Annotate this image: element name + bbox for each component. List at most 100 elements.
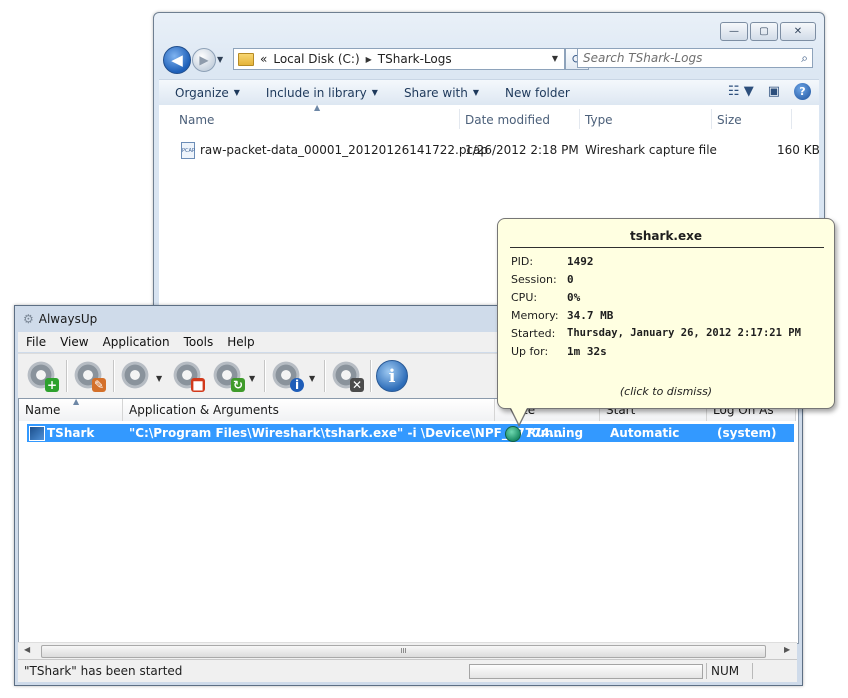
preview-pane-icon[interactable]: ▣ — [768, 84, 780, 99]
chevron-down-icon: ▼ — [371, 88, 378, 97]
cpu-label: CPU: — [511, 291, 538, 304]
back-button[interactable]: ◀ — [163, 46, 191, 74]
new-folder-button[interactable]: New folder — [489, 86, 580, 100]
organize-label: Organize — [175, 85, 229, 100]
tooltip-dismiss-hint[interactable]: (click to dismiss) — [498, 385, 834, 398]
running-status-icon — [505, 426, 521, 442]
session-label: Session: — [511, 273, 557, 286]
menu-application[interactable]: Application — [95, 335, 176, 349]
column-divider[interactable] — [459, 109, 460, 129]
row-state: Running — [527, 426, 584, 440]
close-button[interactable]: ✕ — [780, 22, 816, 41]
file-type: Wireshark capture file — [585, 143, 717, 157]
alwaysup-app-icon: ⚙ — [23, 312, 34, 326]
memory-label: Memory: — [511, 309, 559, 322]
edit-application-button[interactable]: ✎ — [72, 359, 106, 392]
column-header-type[interactable]: Type — [585, 105, 613, 129]
start-options-dropdown-icon[interactable]: ▼ — [156, 374, 162, 383]
session-value: 0 — [567, 273, 574, 286]
column-divider[interactable] — [711, 109, 712, 129]
toolbar-separator — [113, 360, 115, 392]
menu-tools[interactable]: Tools — [176, 335, 220, 349]
column-divider[interactable] — [791, 109, 792, 129]
breadcrumb-tshark-logs[interactable]: TShark-Logs — [378, 52, 452, 66]
started-value: Thursday, January 26, 2012 2:17:21 PM — [567, 327, 801, 339]
forward-button[interactable]: ▶ — [192, 48, 216, 72]
restart-application-button[interactable]: ↻ — [211, 359, 245, 392]
command-bar: Organize ▼ Include in library ▼ Share with… — [159, 79, 819, 106]
toolbar-separator — [264, 360, 266, 392]
address-dropdown-icon[interactable]: ▼ — [552, 54, 558, 63]
tooltip-pointer-fill — [509, 404, 529, 424]
row-start: Automatic — [610, 426, 680, 440]
add-application-button[interactable]: + — [25, 359, 59, 392]
file-name: raw-packet-data_00001_20120126141722.pca… — [200, 143, 489, 157]
info-badge-icon: i — [290, 378, 304, 392]
file-size: 160 KB — [777, 143, 820, 157]
column-header-name[interactable]: Name — [179, 105, 214, 129]
restart-icon: ↻ — [231, 378, 245, 392]
process-info-tooltip[interactable]: tshark.exe PID: 1492 Session: 0 CPU: 0% … — [497, 218, 835, 409]
started-label: Started: — [511, 327, 556, 340]
row-name: TShark — [47, 426, 95, 440]
tooltip-divider — [510, 247, 824, 248]
search-input[interactable]: Search TShark-Logs ⌕ — [577, 48, 813, 68]
restart-options-dropdown-icon[interactable]: ▼ — [249, 374, 255, 383]
address-bar[interactable]: « Local Disk (C:) ▶ TShark-Logs ▼ — [233, 48, 565, 70]
column-header-date-modified[interactable]: Date modified — [465, 105, 550, 129]
maximize-button[interactable]: ▢ — [750, 22, 778, 41]
file-date-modified: 1/26/2012 2:18 PM — [465, 143, 579, 157]
menu-view[interactable]: View — [52, 335, 94, 349]
organize-menu[interactable]: Organize ▼ — [159, 86, 250, 100]
back-arrow-icon: ◀ — [171, 51, 183, 69]
sort-ascending-icon: ▲ — [73, 397, 80, 406]
gear-icon — [119, 359, 151, 391]
application-list: Name ▲ Application & Arguments te Start … — [18, 397, 799, 644]
report-options-dropdown-icon[interactable]: ▼ — [309, 374, 315, 383]
column-header-application[interactable]: Application & Arguments — [123, 399, 495, 421]
pcap-file-icon: PCAP — [181, 142, 195, 159]
share-with-menu[interactable]: Share with ▼ — [388, 86, 489, 100]
help-icon[interactable]: ? — [794, 83, 811, 100]
report-activity-button[interactable]: i — [270, 359, 304, 392]
scrollbar-thumb[interactable]: III — [41, 645, 766, 658]
delete-application-button[interactable]: ✕ — [330, 359, 364, 392]
stop-icon: ■ — [191, 378, 205, 392]
stop-application-button[interactable]: ■ — [171, 359, 205, 392]
toolbar-separator — [370, 360, 372, 392]
menu-file[interactable]: File — [18, 335, 52, 349]
status-divider — [706, 663, 707, 679]
change-view-icon[interactable]: ☷ ▼ — [728, 84, 754, 99]
about-button[interactable]: i — [376, 360, 408, 392]
horizontal-scrollbar[interactable]: ◀ III ▶ — [18, 642, 797, 659]
search-icon[interactable]: ⌕ — [801, 51, 808, 66]
pid-value: 1492 — [567, 255, 594, 268]
column-header-name[interactable]: Name — [19, 399, 123, 421]
column-divider[interactable] — [579, 109, 580, 129]
menu-help[interactable]: Help — [219, 335, 260, 349]
share-with-label: Share with — [403, 85, 468, 100]
scroll-right-icon[interactable]: ▶ — [784, 645, 790, 654]
window-title-text: AlwaysUp — [38, 312, 98, 326]
minimize-button[interactable]: — — [720, 22, 748, 41]
wireshark-icon — [29, 426, 45, 441]
file-row[interactable]: PCAP raw-packet-data_00001_2012012614172… — [159, 140, 820, 162]
forward-arrow-icon: ▶ — [199, 53, 209, 67]
breadcrumb-separator-icon[interactable]: ▶ — [366, 55, 372, 64]
include-in-library-menu[interactable]: Include in library ▼ — [250, 86, 388, 100]
column-header-size[interactable]: Size — [717, 105, 742, 129]
table-row[interactable]: TShark "C:\Program Files\Wireshark\tshar… — [27, 424, 794, 442]
breadcrumb-overflow[interactable]: « — [260, 52, 267, 66]
scroll-left-icon[interactable]: ◀ — [24, 645, 30, 654]
status-divider — [752, 663, 753, 679]
recent-pages-button[interactable]: ▼ — [217, 55, 223, 64]
search-placeholder: Search TShark-Logs — [583, 51, 703, 65]
start-application-button[interactable] — [119, 359, 152, 392]
row-application: "C:\Program Files\Wireshark\tshark.exe" … — [129, 426, 564, 440]
status-progress-bar — [469, 664, 703, 679]
include-in-library-label: Include in library — [265, 85, 367, 100]
num-lock-indicator: NUM — [711, 664, 740, 678]
chevron-down-icon: ▼ — [233, 88, 240, 97]
breadcrumb-local-disk[interactable]: Local Disk (C:) — [273, 52, 359, 66]
up-for-value: 1m 32s — [567, 345, 607, 358]
